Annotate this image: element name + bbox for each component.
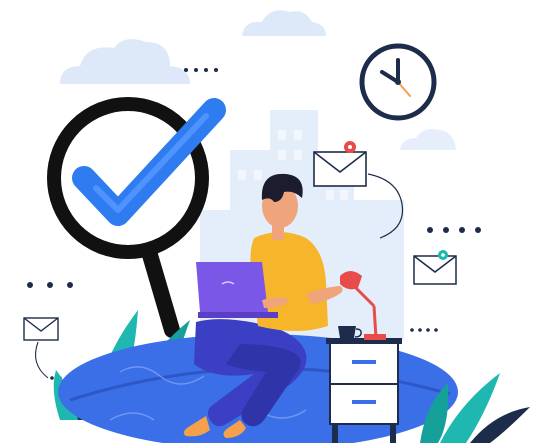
cloud-icon (242, 10, 326, 36)
envelope-icon (313, 151, 367, 187)
envelope-icon (413, 255, 457, 285)
illustration (23, 10, 530, 443)
envelope-icon (23, 317, 59, 341)
connector-line (35, 341, 49, 379)
cloud-icon (60, 39, 190, 84)
cloud-icon (400, 129, 456, 150)
notification-badge-icon (344, 141, 356, 153)
notification-badge-icon (438, 250, 448, 260)
clock-icon (359, 43, 437, 121)
